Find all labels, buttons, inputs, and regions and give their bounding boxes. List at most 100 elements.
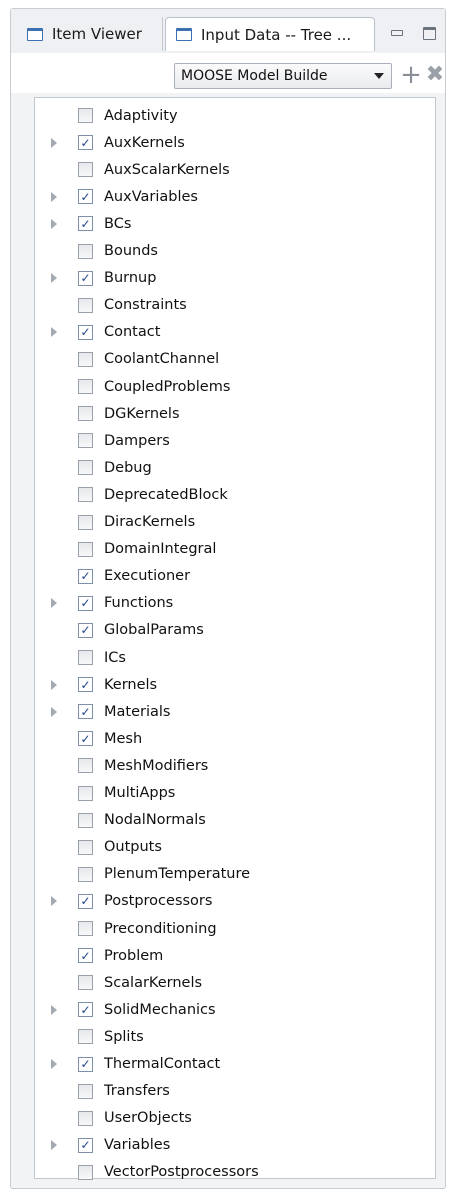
tree-item[interactable]: DomainIntegral [35, 536, 435, 563]
tree-item[interactable]: DiracKernels [35, 509, 435, 536]
tree-item[interactable]: ✓ AuxVariables [35, 183, 435, 210]
expand-arrow-icon[interactable] [51, 896, 57, 907]
tree-item[interactable]: Dampers [35, 427, 435, 454]
tree-item-checkbox[interactable] [78, 243, 93, 259]
tree-item[interactable]: ICs [35, 644, 435, 671]
model-builder-select[interactable]: MOOSE Model Builde [174, 63, 392, 89]
tree-item[interactable]: Splits [35, 1023, 435, 1050]
expand-arrow-icon[interactable] [51, 191, 57, 202]
tree-item-checkbox[interactable]: ✓ [78, 704, 93, 720]
tree-item[interactable]: ✓ Variables [35, 1132, 435, 1159]
tree-item-checkbox[interactable]: ✓ [78, 568, 93, 584]
tree-item[interactable]: ✓ SolidMechanics [35, 996, 435, 1023]
tree-item-checkbox[interactable] [78, 162, 93, 178]
tree-item-checkbox[interactable] [78, 839, 93, 855]
tree-item[interactable]: ✓ Kernels [35, 671, 435, 698]
tree-item[interactable]: MultiApps [35, 780, 435, 807]
tree-item[interactable]: DeprecatedBlock [35, 481, 435, 508]
tree-item[interactable]: ScalarKernels [35, 969, 435, 996]
minimize-button[interactable] [388, 25, 406, 41]
tree-item-checkbox[interactable] [78, 379, 93, 395]
tree-item[interactable]: NodalNormals [35, 807, 435, 834]
tree-item-checkbox[interactable]: ✓ [78, 216, 93, 232]
tree-item[interactable]: MeshModifiers [35, 752, 435, 779]
tree-item-checkbox[interactable] [78, 921, 93, 937]
expand-arrow-icon[interactable] [51, 327, 57, 338]
expand-arrow-icon[interactable] [51, 273, 57, 284]
tree-item[interactable]: ✓ Burnup [35, 265, 435, 292]
tree-item[interactable]: Debug [35, 454, 435, 481]
tree-item-checkbox[interactable] [78, 541, 93, 557]
tree-item[interactable]: Transfers [35, 1078, 435, 1105]
tree-item[interactable]: ✓ Executioner [35, 563, 435, 590]
expand-arrow-icon[interactable] [51, 1004, 57, 1015]
tree-item-checkbox[interactable]: ✓ [78, 677, 93, 693]
expand-arrow-icon[interactable] [51, 598, 57, 609]
expand-arrow-icon[interactable] [51, 1059, 57, 1070]
tree-item-checkbox[interactable]: ✓ [78, 1056, 93, 1072]
tree-item-checkbox[interactable] [78, 812, 93, 828]
tree-item-checkbox[interactable] [78, 866, 93, 882]
tree-item-checkbox[interactable]: ✓ [78, 622, 93, 638]
tree-item-checkbox[interactable] [78, 487, 93, 503]
maximize-button[interactable] [420, 25, 438, 41]
tree-item[interactable]: ✓ Problem [35, 942, 435, 969]
tree-item[interactable]: PlenumTemperature [35, 861, 435, 888]
expand-arrow-icon[interactable] [51, 679, 57, 690]
tree-item-checkbox[interactable] [78, 1164, 93, 1180]
tree-item-label: MultiApps [104, 785, 176, 802]
tree-item-checkbox[interactable]: ✓ [78, 595, 93, 611]
tree-item-checkbox[interactable]: ✓ [78, 135, 93, 151]
tree-item[interactable]: ✓ GlobalParams [35, 617, 435, 644]
tree-item[interactable]: CoolantChannel [35, 346, 435, 373]
tree-item[interactable]: ✓ Mesh [35, 725, 435, 752]
tree-item-checkbox[interactable] [78, 433, 93, 449]
tree-item[interactable]: AuxScalarKernels [35, 156, 435, 183]
tree-item[interactable]: UserObjects [35, 1105, 435, 1132]
tree-item-checkbox[interactable]: ✓ [78, 731, 93, 747]
add-block-button[interactable]: + [400, 62, 422, 88]
tree-item-checkbox[interactable]: ✓ [78, 324, 93, 340]
tree-item[interactable]: CoupledProblems [35, 373, 435, 400]
tree-item[interactable]: Outputs [35, 834, 435, 861]
tree-item-checkbox[interactable] [78, 785, 93, 801]
tree-item-checkbox[interactable]: ✓ [78, 189, 93, 205]
tree-item-checkbox[interactable]: ✓ [78, 1002, 93, 1018]
tree-item-checkbox[interactable] [78, 351, 93, 367]
tab-input-data-tree[interactable]: Input Data -- Tree ... [165, 17, 375, 51]
tree-item[interactable]: ✓ AuxKernels [35, 129, 435, 156]
tree-item-checkbox[interactable]: ✓ [78, 1137, 93, 1153]
expand-arrow-icon[interactable] [51, 137, 57, 148]
expand-arrow-icon[interactable] [51, 1140, 57, 1151]
tree-item[interactable]: Constraints [35, 292, 435, 319]
tree-item-checkbox[interactable] [78, 514, 93, 530]
tab-item-viewer[interactable]: Item Viewer [13, 17, 163, 51]
tree-item-checkbox[interactable] [78, 758, 93, 774]
tree-item-checkbox[interactable]: ✓ [78, 270, 93, 286]
tree-item-checkbox[interactable] [78, 975, 93, 991]
tree-item-checkbox[interactable]: ✓ [78, 893, 93, 909]
remove-block-button[interactable]: ✖ [425, 64, 445, 86]
tree-item[interactable]: ✓ BCs [35, 210, 435, 237]
tree-item-checkbox[interactable] [78, 650, 93, 666]
tree-item-checkbox[interactable] [78, 1083, 93, 1099]
tree-item-checkbox[interactable] [78, 406, 93, 422]
tree-item[interactable]: Preconditioning [35, 915, 435, 942]
expand-arrow-icon[interactable] [51, 706, 57, 717]
tree-item[interactable]: Adaptivity [35, 102, 435, 129]
tree-item-checkbox[interactable] [78, 460, 93, 476]
tree-item[interactable]: VectorPostprocessors [35, 1159, 435, 1186]
tree-item[interactable]: ✓ Contact [35, 319, 435, 346]
tree-item[interactable]: ✓ Materials [35, 698, 435, 725]
tree-item[interactable]: Bounds [35, 238, 435, 265]
tree-item-checkbox[interactable] [78, 1110, 93, 1126]
tree-item[interactable]: DGKernels [35, 400, 435, 427]
tree-item[interactable]: ✓ ThermalContact [35, 1051, 435, 1078]
tree-item-checkbox[interactable] [78, 1029, 93, 1045]
tree-item[interactable]: ✓ Functions [35, 590, 435, 617]
tree-item-checkbox[interactable]: ✓ [78, 948, 93, 964]
tree-item-checkbox[interactable] [78, 297, 93, 313]
tree-item[interactable]: ✓ Postprocessors [35, 888, 435, 915]
tree-item-checkbox[interactable] [78, 108, 93, 124]
expand-arrow-icon[interactable] [51, 218, 57, 229]
